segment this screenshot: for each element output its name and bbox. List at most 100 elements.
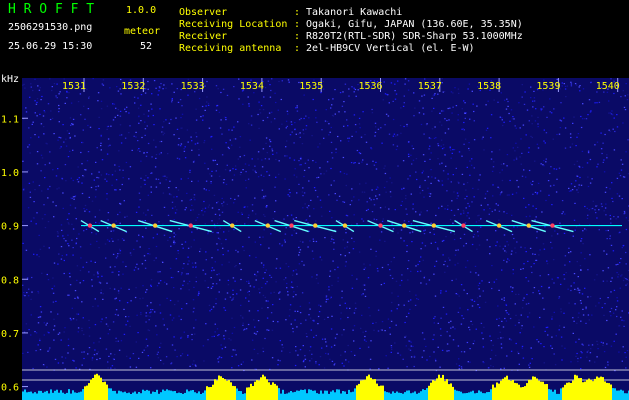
noise-pixel [152,237,155,239]
noise-pixel [585,308,587,310]
noise-pixel [620,169,623,171]
noise-pixel [586,162,589,164]
noise-pixel [83,105,85,107]
noise-pixel [227,146,230,148]
noise-pixel [489,253,491,255]
power-bar [296,390,298,400]
noise-pixel [120,134,123,136]
noise-pixel [434,265,436,267]
noise-pixel [569,146,572,148]
noise-pixel [519,156,521,158]
noise-pixel [442,110,445,112]
noise-pixel [532,205,534,207]
noise-pixel [119,300,121,302]
noise-pixel [373,329,375,331]
noise-pixel [159,346,161,348]
noise-pixel [61,255,63,257]
power-bar [172,391,174,400]
noise-pixel [218,218,220,220]
noise-pixel [192,299,195,301]
noise-pixel [384,240,386,242]
noise-pixel [194,262,197,264]
noise-pixel [569,261,571,263]
power-bar [214,379,216,400]
noise-pixel [125,161,128,164]
noise-pixel [551,247,553,249]
noise-pixel [362,331,364,333]
noise-pixel [187,256,189,258]
noise-pixel [40,170,42,172]
noise-pixel [515,314,517,316]
noise-pixel [450,209,453,211]
noise-pixel [26,292,28,294]
noise-pixel [433,228,435,230]
noise-pixel [255,171,257,174]
power-bar [334,392,336,400]
noise-pixel [259,236,261,238]
noise-pixel [188,260,190,262]
noise-pixel [478,244,481,246]
noise-pixel [259,112,262,114]
noise-pixel [573,320,575,322]
noise-pixel [211,270,213,272]
noise-pixel [386,93,388,96]
noise-pixel [263,175,265,177]
power-bar [540,381,542,400]
noise-pixel [515,142,517,144]
noise-pixel [60,146,62,148]
noise-pixel [235,354,237,356]
noise-pixel [535,216,537,218]
noise-pixel [267,300,269,302]
noise-pixel [144,92,147,94]
noise-pixel [162,175,164,177]
noise-pixel [140,312,142,314]
noise-pixel [608,100,610,102]
noise-pixel [508,194,510,196]
noise-pixel [171,344,174,346]
noise-pixel [500,347,503,349]
noise-pixel [596,102,598,104]
noise-pixel [405,208,407,210]
noise-pixel [378,368,380,370]
noise-pixel [254,326,256,328]
noise-pixel [183,263,185,265]
noise-pixel [268,247,270,249]
noise-pixel [614,130,616,133]
noise-pixel [550,241,552,243]
noise-pixel [34,100,36,102]
power-bar [62,392,64,400]
noise-pixel [439,163,441,165]
noise-pixel [189,171,191,173]
noise-pixel [574,202,576,204]
power-bar [500,380,502,400]
noise-pixel [28,329,30,331]
noise-pixel [325,352,327,355]
noise-pixel [72,228,75,230]
noise-pixel [248,214,250,216]
noise-pixel [506,165,508,167]
noise-pixel [129,125,131,127]
noise-pixel [333,180,335,182]
noise-pixel [537,147,540,149]
noise-pixel [556,78,558,80]
noise-pixel [375,219,378,221]
noise-pixel [345,228,347,230]
noise-pixel [94,196,97,198]
noise-pixel [471,299,473,301]
noise-pixel [212,231,214,233]
noise-pixel [250,115,253,117]
noise-pixel [449,107,451,109]
noise-pixel [295,107,297,109]
power-bar [298,390,300,400]
noise-pixel [358,117,361,119]
noise-pixel [553,311,555,313]
noise-pixel [191,231,193,233]
noise-pixel [75,319,78,321]
noise-pixel [527,302,530,305]
noise-pixel [111,271,113,273]
power-bar [536,378,538,400]
power-bar [198,391,200,400]
noise-pixel [620,258,622,260]
noise-pixel [616,297,618,299]
noise-pixel [588,360,591,362]
